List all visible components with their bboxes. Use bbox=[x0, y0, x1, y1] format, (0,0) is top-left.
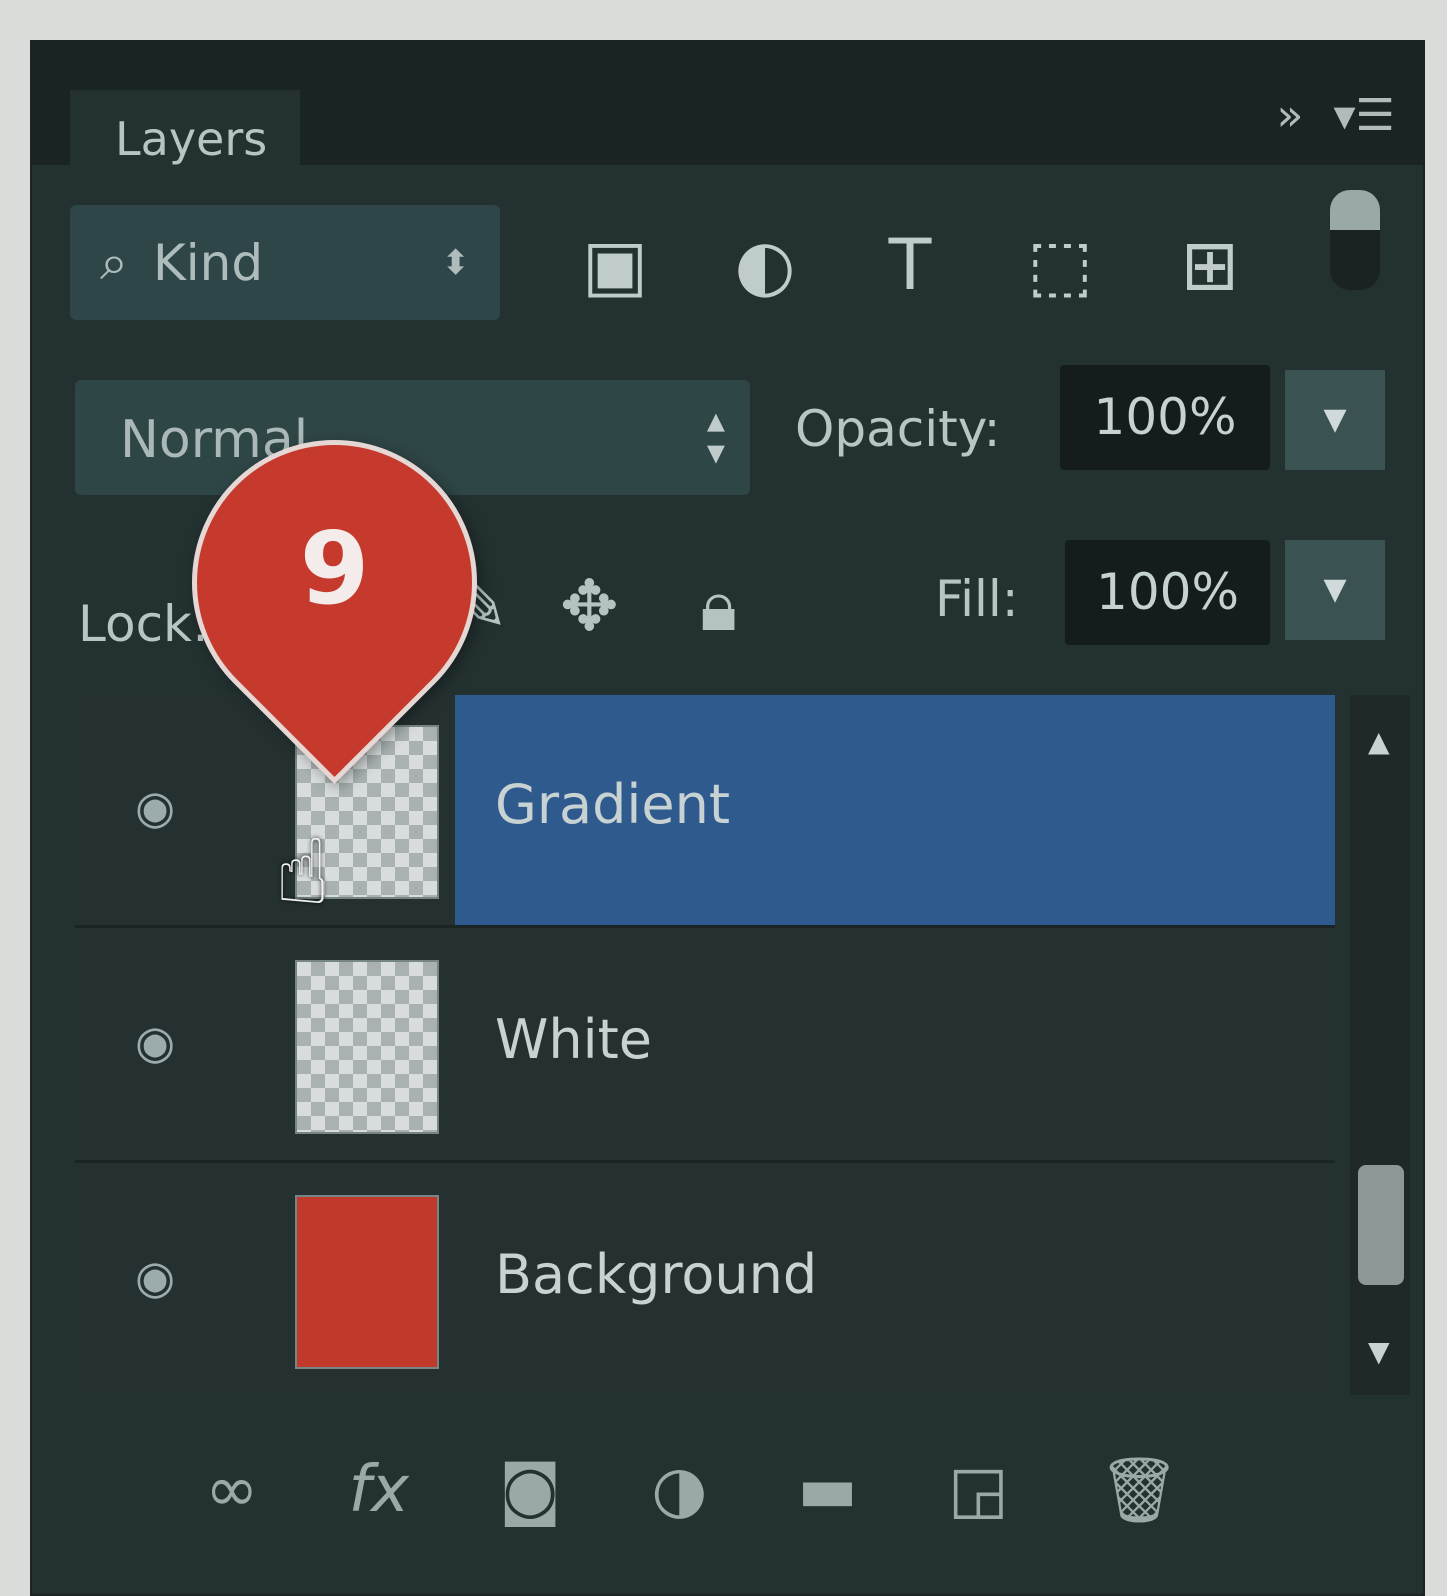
layer-name: White bbox=[495, 1008, 653, 1071]
panel-footer: ∞ fx ◙ ◑ ▬ ◲ 🗑︎ bbox=[30, 1415, 1425, 1565]
opacity-label: Opacity: bbox=[795, 400, 1001, 458]
layers-panel: Layers » ▾☰ ⌕ Kind ⬍ ▣ ◐ T ⬚ ⊞ Normal ▴ ▾… bbox=[30, 40, 1425, 1596]
panel-menu-icon[interactable]: ▾☰ bbox=[1333, 90, 1395, 141]
select-arrows-icon: ⬍ bbox=[441, 242, 471, 283]
search-icon: ⌕ bbox=[100, 233, 128, 291]
filter-kind-select[interactable]: ⌕ Kind ⬍ bbox=[70, 205, 500, 320]
visibility-eye-icon[interactable]: ◉ bbox=[135, 780, 210, 834]
type-filter-icon[interactable]: T bbox=[865, 225, 955, 305]
layer-list: ◉ Gradient ◉ White ◉ Background bbox=[75, 695, 1335, 1395]
adjustment-filter-icon[interactable]: ◐ bbox=[720, 225, 810, 305]
layer-thumbnail bbox=[295, 960, 439, 1134]
opacity-dropdown-button[interactable]: ▼ bbox=[1285, 370, 1385, 470]
layer-list-scrollbar[interactable]: ▲ ▼ bbox=[1350, 695, 1410, 1395]
scroll-down-arrow-icon[interactable]: ▼ bbox=[1368, 1335, 1390, 1368]
scroll-thumb[interactable] bbox=[1358, 1165, 1404, 1285]
lock-all-icon[interactable]: 🔒︎ bbox=[700, 565, 737, 648]
select-arrows-icon: ▴ ▾ bbox=[706, 400, 725, 473]
layer-row-white[interactable]: ◉ White bbox=[75, 930, 1335, 1163]
fill-input[interactable]: 100% bbox=[1065, 540, 1270, 645]
kind-label: Kind bbox=[153, 233, 264, 292]
image-filter-icon[interactable]: ▣ bbox=[570, 225, 660, 305]
panel-controls: » ▾☰ bbox=[1277, 90, 1395, 141]
callout-number: 9 bbox=[299, 510, 370, 627]
trash-icon[interactable]: 🗑︎ bbox=[1099, 1453, 1180, 1528]
hand-cursor-icon: ☝ bbox=[275, 820, 330, 925]
layer-name: Background bbox=[495, 1243, 818, 1306]
visibility-eye-icon[interactable]: ◉ bbox=[135, 1015, 210, 1069]
new-layer-icon[interactable]: ◲ bbox=[948, 1453, 1008, 1527]
lock-label: Lock: bbox=[78, 595, 209, 653]
shape-filter-icon[interactable]: ⬚ bbox=[1015, 225, 1105, 305]
layer-thumbnail bbox=[295, 1195, 439, 1369]
folder-icon[interactable]: ▬ bbox=[797, 1453, 857, 1527]
panel-tabbar: Layers » ▾☰ bbox=[30, 40, 1425, 195]
filter-toggle-switch[interactable] bbox=[1330, 190, 1380, 290]
layer-name: Gradient bbox=[495, 773, 731, 836]
collapse-panel-icon[interactable]: » bbox=[1277, 90, 1304, 141]
fill-label: Fill: bbox=[935, 570, 1019, 628]
adjustment-icon[interactable]: ◑ bbox=[651, 1453, 707, 1527]
scroll-up-arrow-icon[interactable]: ▲ bbox=[1368, 725, 1390, 758]
mask-icon[interactable]: ◙ bbox=[499, 1453, 561, 1527]
opacity-input[interactable]: 100% bbox=[1060, 365, 1270, 470]
fill-dropdown-button[interactable]: ▼ bbox=[1285, 540, 1385, 640]
layer-row-gradient[interactable]: ◉ Gradient bbox=[75, 695, 1335, 928]
visibility-eye-icon[interactable]: ◉ bbox=[135, 1250, 210, 1304]
lock-position-icon[interactable]: ✥ bbox=[560, 565, 619, 647]
link-icon[interactable]: ∞ bbox=[205, 1453, 258, 1527]
fx-icon[interactable]: fx bbox=[349, 1453, 409, 1527]
layer-row-background[interactable]: ◉ Background bbox=[75, 1165, 1335, 1395]
smart-object-filter-icon[interactable]: ⊞ bbox=[1165, 225, 1255, 305]
tab-layers[interactable]: Layers bbox=[70, 90, 300, 195]
